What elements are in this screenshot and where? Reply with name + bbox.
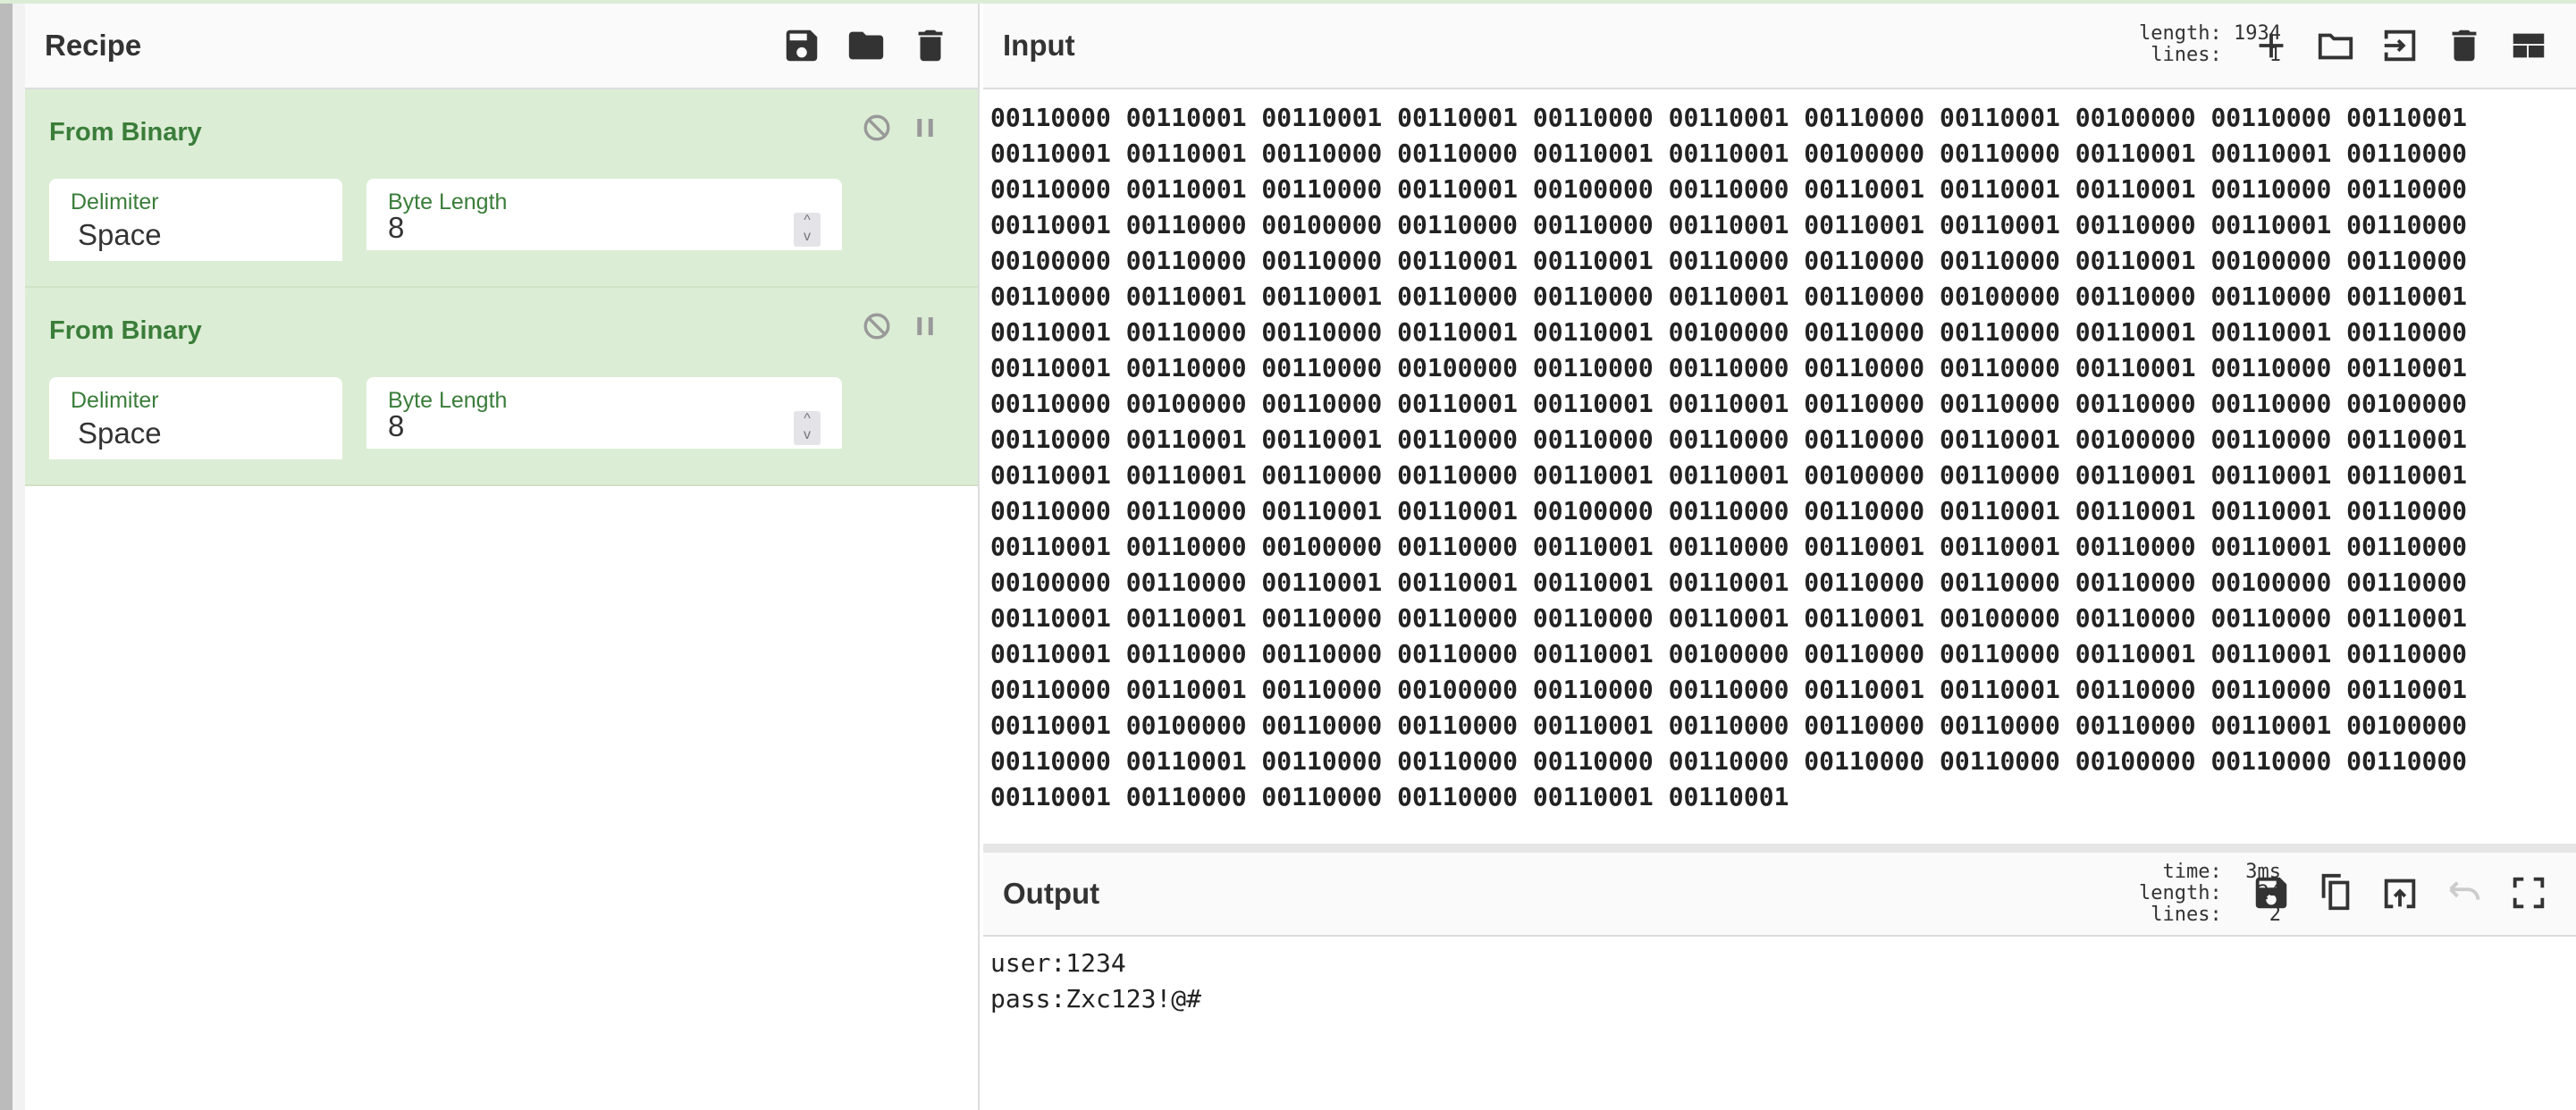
disable-icon[interactable] — [862, 113, 892, 143]
delimiter-field[interactable]: Delimiter Space — [49, 179, 342, 261]
byte-length-label: Byte Length — [388, 388, 508, 413]
plus-icon[interactable] — [2251, 25, 2292, 66]
input-header: Input length: 1934 lines: 1 — [983, 4, 2576, 89]
pause-icon[interactable] — [912, 313, 939, 340]
replace-input-icon[interactable] — [2379, 872, 2420, 913]
io-resize-handle[interactable] — [983, 844, 2576, 853]
output-header: Output time: 3ms length: 24 lines: 2 — [983, 853, 2576, 937]
byte-length-value[interactable]: 8 — [388, 211, 404, 245]
operations-panel-edge[interactable] — [0, 4, 13, 1110]
pause-icon[interactable] — [912, 114, 939, 141]
copy-icon[interactable] — [2315, 872, 2356, 913]
input-textarea[interactable]: 00110000 00110001 00110001 00110001 0011… — [983, 91, 2576, 844]
byte-length-field[interactable]: Byte Length 8 ^ v — [366, 377, 842, 449]
cyberchef-app: Recipe From Binary Delimiter Space Byte … — [0, 0, 2576, 1110]
save-icon[interactable] — [781, 25, 822, 66]
resize-gutter[interactable] — [13, 4, 25, 1110]
byte-length-stepper[interactable]: ^ v — [794, 213, 821, 247]
output-title: Output — [1003, 877, 1100, 910]
operation-name: From Binary — [49, 316, 202, 345]
trash-icon[interactable] — [910, 25, 951, 66]
trash-icon[interactable] — [2444, 25, 2485, 66]
delimiter-label: Delimiter — [71, 388, 159, 413]
folder-icon[interactable] — [846, 25, 887, 66]
disable-icon[interactable] — [862, 311, 892, 341]
byte-length-value[interactable]: 8 — [388, 409, 404, 443]
undo-icon — [2449, 881, 2480, 900]
delimiter-field[interactable]: Delimiter Space — [49, 377, 342, 459]
save-icon[interactable] — [2251, 872, 2292, 913]
byte-length-stepper[interactable]: ^ v — [794, 411, 821, 445]
folder-icon[interactable] — [2315, 25, 2356, 66]
delimiter-label: Delimiter — [71, 189, 159, 214]
recipe-panel: Recipe From Binary Delimiter Space Byte … — [25, 4, 980, 1110]
import-icon[interactable] — [2379, 25, 2420, 66]
byte-length-label: Byte Length — [388, 189, 508, 214]
io-panel: Input length: 1934 lines: 1 00110000 001… — [983, 4, 2576, 1110]
delimiter-value[interactable]: Space — [78, 218, 162, 252]
recipe-header: Recipe — [25, 4, 978, 89]
byte-length-field[interactable]: Byte Length 8 ^ v — [366, 179, 842, 250]
recipe-title: Recipe — [45, 29, 142, 62]
layout-icon[interactable] — [2508, 25, 2549, 66]
delimiter-value[interactable]: Space — [78, 416, 162, 450]
output-text[interactable]: user:1234 pass:Zxc123!@# — [983, 938, 1208, 1024]
maximize-icon[interactable] — [2508, 872, 2549, 913]
operation-from-binary-2[interactable]: From Binary Delimiter Space Byte Length … — [25, 288, 978, 486]
input-title: Input — [1003, 29, 1075, 62]
operation-name: From Binary — [49, 118, 202, 147]
operation-from-binary-1[interactable]: From Binary Delimiter Space Byte Length … — [25, 89, 978, 288]
